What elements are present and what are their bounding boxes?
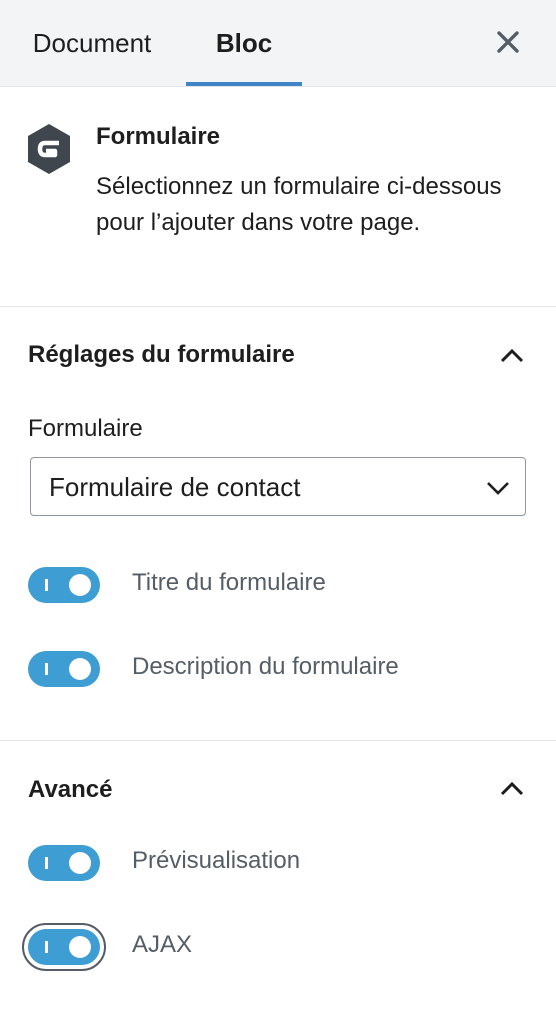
advanced-title[interactable]: Avancé (28, 776, 113, 804)
tab-document[interactable]: Document (0, 0, 184, 86)
form-select-value: Formulaire de contact (49, 472, 301, 502)
block-title: Formulaire (96, 123, 221, 150)
tab-bloc-label: Bloc (215, 27, 273, 58)
preview-toggle[interactable] (28, 845, 100, 881)
form-settings-collapse-button[interactable] (490, 333, 534, 377)
form-select[interactable]: Formulaire de contact (30, 457, 526, 516)
toggle-knob (69, 852, 91, 874)
active-tab-indicator (186, 82, 302, 86)
advanced-collapse-button[interactable] (490, 766, 534, 810)
form-settings-panel: Réglages du formulaire Formulaire Formul… (0, 307, 556, 741)
chevron-up-icon (500, 348, 524, 363)
toggle-on-mark (45, 663, 48, 675)
advanced-panel: Avancé Prévisualisation AJAX (0, 742, 556, 1012)
toggle-on-mark (45, 857, 48, 869)
form-description-toggle-label: Description du formulaire (132, 653, 399, 680)
toggle-knob (69, 658, 91, 680)
close-sidebar-button[interactable] (484, 18, 532, 66)
chevron-up-icon (500, 781, 524, 796)
toggle-row-form-title: Titre du formulaire (0, 555, 556, 615)
tab-document-label: Document (32, 27, 152, 58)
form-title-toggle-label: Titre du formulaire (132, 569, 326, 596)
sidebar-tabs: Document Bloc (0, 0, 556, 87)
toggle-on-mark (45, 941, 48, 953)
preview-toggle-label: Prévisualisation (132, 847, 301, 874)
toggle-row-form-description: Description du formulaire (0, 639, 556, 699)
toggle-row-ajax: AJAX (0, 917, 556, 977)
toggle-knob (69, 574, 91, 596)
form-settings-title[interactable]: Réglages du formulaire (28, 341, 295, 369)
close-icon (497, 31, 519, 53)
ajax-toggle[interactable] (28, 929, 100, 965)
toggle-on-mark (45, 579, 48, 591)
chevron-down-icon (487, 482, 509, 495)
form-title-toggle[interactable] (28, 567, 100, 603)
form-select-label: Formulaire (28, 415, 143, 442)
toggle-row-preview: Prévisualisation (0, 833, 556, 893)
block-description: Sélectionnez un formulaire ci-dessous po… (96, 173, 502, 236)
block-card: Formulaire Sélectionnez un formulaire ci… (0, 87, 556, 307)
form-description-toggle[interactable] (28, 651, 100, 687)
ajax-toggle-label: AJAX (132, 931, 193, 958)
toggle-knob (69, 936, 91, 958)
gravity-forms-icon (28, 124, 70, 174)
tab-bloc[interactable]: Bloc (186, 0, 302, 86)
